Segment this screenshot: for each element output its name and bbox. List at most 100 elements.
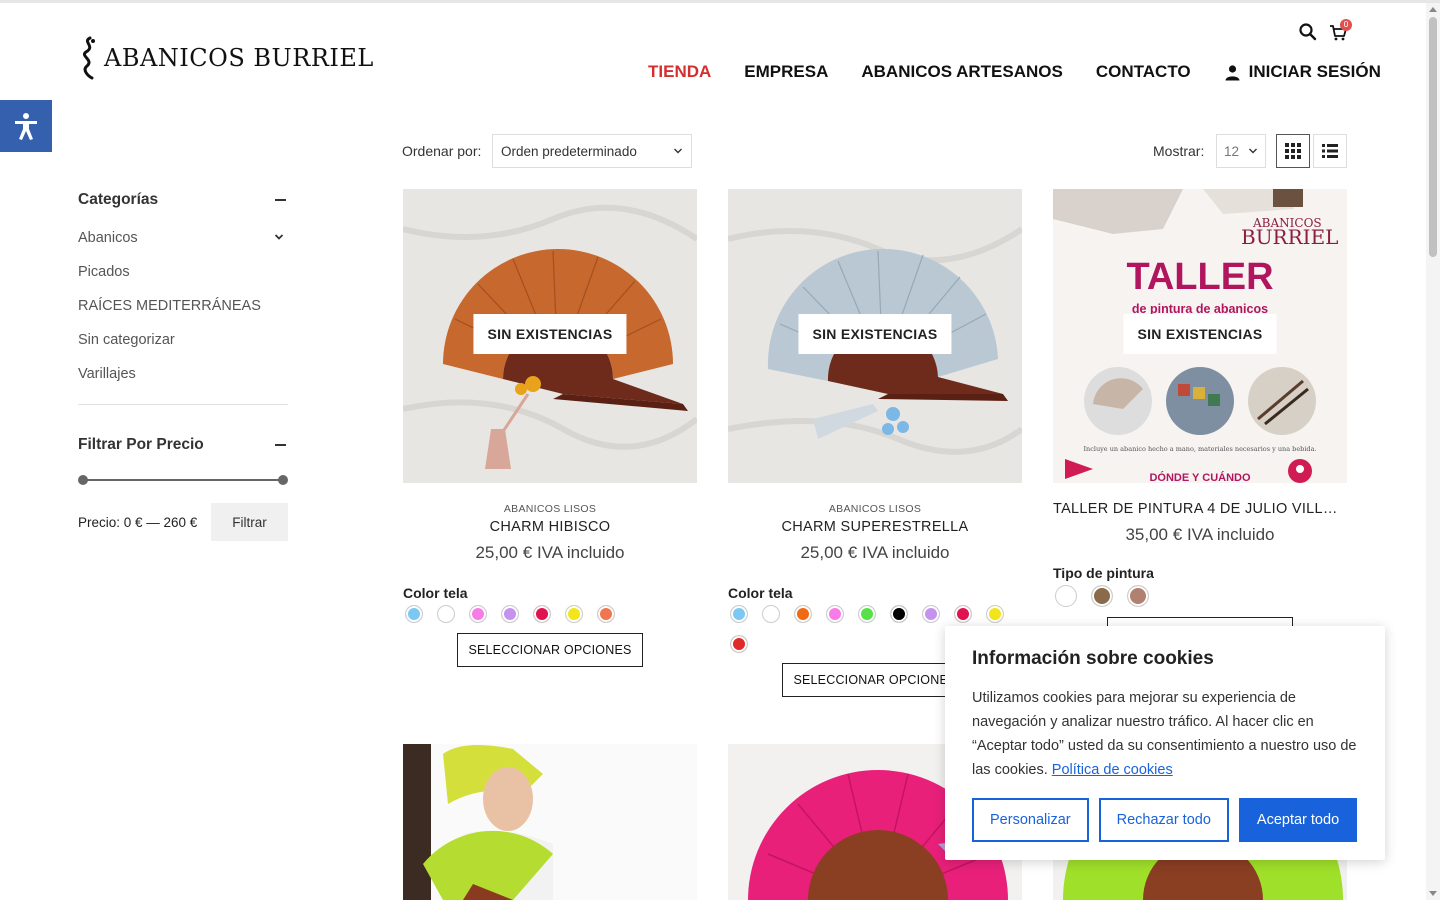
select-options-button[interactable]: SELECCIONAR OPCIONES <box>782 663 968 697</box>
cookie-policy-link[interactable]: Política de cookies <box>1052 762 1173 778</box>
category-varillajes[interactable]: Varillajes <box>78 366 288 400</box>
orderby-select[interactable]: Orden predeterminado <box>492 134 692 168</box>
top-border <box>0 0 1440 3</box>
color-swatch[interactable] <box>437 605 455 623</box>
color-swatch[interactable] <box>1055 585 1077 607</box>
category-list: Abanicos Picados RAÍCES MEDITERRÁNEAS Si… <box>78 230 288 400</box>
reject-all-button[interactable]: Rechazar todo <box>1098 798 1229 842</box>
cookie-text: Utilizamos cookies para mejorar su exper… <box>972 686 1358 782</box>
color-swatch[interactable] <box>730 635 748 653</box>
price-widget-title[interactable]: Filtrar Por Precio <box>78 435 288 455</box>
product-card: SIN EXISTENCIAS ABANICOS LISOS CHARM HIB… <box>403 189 697 667</box>
price-tax: IVA incluido <box>1186 525 1275 544</box>
color-swatch[interactable] <box>730 605 748 623</box>
color-swatch[interactable] <box>762 605 780 623</box>
price-slider[interactable] <box>78 473 288 487</box>
grid-view-button[interactable] <box>1276 134 1310 168</box>
sidebar: Categorías Abanicos Picados RAÍCES MEDIT… <box>78 190 288 541</box>
accessibility-button[interactable] <box>0 100 52 152</box>
customize-button[interactable]: Personalizar <box>972 798 1089 842</box>
category-sin-categorizar[interactable]: Sin categorizar <box>78 332 288 366</box>
product-category[interactable]: ABANICOS LISOS <box>403 503 697 515</box>
color-swatch[interactable] <box>1091 585 1113 607</box>
user-icon <box>1225 64 1240 80</box>
product-image[interactable]: ABANICOS BURRIEL TALLER de pintura de ab… <box>1053 189 1347 483</box>
select-options-button[interactable]: SELECCIONAR OPCIONES <box>457 633 643 667</box>
attribute-label: Color tela <box>403 585 468 601</box>
show-label: Mostrar: <box>1153 143 1205 159</box>
product-card: ABANICOS BURRIEL TALLER de pintura de ab… <box>1053 189 1347 651</box>
price-tax: IVA incluido <box>861 543 950 562</box>
color-swatch[interactable] <box>890 605 908 623</box>
accept-all-button[interactable]: Aceptar todo <box>1238 798 1358 842</box>
price-range-label: Precio: 0 € — 260 € <box>78 514 198 530</box>
nav-tienda[interactable]: TIENDA <box>648 62 711 82</box>
filter-button[interactable]: Filtrar <box>211 503 288 541</box>
product-title[interactable]: CHARM HIBISCO <box>403 519 697 535</box>
orderby-label: Ordenar por: <box>402 143 482 159</box>
color-swatch[interactable] <box>501 605 519 623</box>
color-swatch[interactable] <box>858 605 876 623</box>
category-abanicos[interactable]: Abanicos <box>78 230 288 264</box>
per-page-select[interactable]: 12 <box>1216 134 1266 168</box>
logo-mark-icon <box>83 36 95 80</box>
nav-login[interactable]: INICIAR SESIÓN <box>1224 62 1381 82</box>
price-amount: 25,00 € <box>475 543 533 562</box>
color-swatch[interactable] <box>469 605 487 623</box>
collapse-icon[interactable] <box>275 444 286 446</box>
scroll-thumb[interactable] <box>1429 17 1437 257</box>
cookie-banner: Información sobre cookies Utilizamos coo… <box>945 626 1385 860</box>
page-scrollbar[interactable] <box>1426 3 1440 900</box>
collapse-icon[interactable] <box>275 199 286 201</box>
category-picados[interactable]: Picados <box>78 264 288 298</box>
scroll-up-arrow-icon[interactable] <box>1429 7 1437 12</box>
chevron-down-icon <box>1249 148 1257 154</box>
product-card: SIN EXISTENCIAS ABANICOS LISOS CHARM SUP… <box>728 189 1022 697</box>
poster-footer: DÓNDE Y CUÁNDO <box>1149 471 1250 483</box>
per-page-value: 12 <box>1224 143 1240 159</box>
nav-abanicos-artesanos[interactable]: ABANICOS ARTESANOS <box>861 62 1063 82</box>
color-swatch[interactable] <box>597 605 615 623</box>
color-swatch[interactable] <box>922 605 940 623</box>
color-swatch[interactable] <box>986 605 1004 623</box>
color-swatch[interactable] <box>565 605 583 623</box>
price-amount: 25,00 € <box>800 543 858 562</box>
slider-handle-min[interactable] <box>78 475 88 485</box>
search-icon[interactable] <box>1298 22 1318 42</box>
nav-empresa[interactable]: EMPRESA <box>744 62 828 82</box>
product-title[interactable]: CHARM SUPERESTRELLA <box>728 519 1022 535</box>
color-swatch[interactable] <box>954 605 972 623</box>
color-swatch[interactable] <box>1127 585 1149 607</box>
color-swatch[interactable] <box>794 605 812 623</box>
category-label: Abanicos <box>78 230 138 246</box>
product-category[interactable]: ABANICOS LISOS <box>728 503 1022 515</box>
list-view-icon <box>1322 144 1338 158</box>
product-image[interactable]: SIN EXISTENCIAS <box>728 189 1022 483</box>
poster-heading: TALLER <box>1126 256 1273 298</box>
scroll-down-arrow-icon[interactable] <box>1429 891 1437 896</box>
product-image[interactable] <box>403 744 697 900</box>
slider-track <box>83 479 283 481</box>
site-logo[interactable]: ABANICOS BURRIEL <box>78 36 374 80</box>
poster-caption: Incluye un abanico hecho a mano, materia… <box>1083 445 1316 453</box>
nav-login-label: INICIAR SESIÓN <box>1248 62 1381 81</box>
accessibility-icon <box>15 113 37 140</box>
attribute-label: Color tela <box>728 585 793 601</box>
category-label: Varillajes <box>78 366 136 382</box>
color-swatch[interactable] <box>405 605 423 623</box>
orderby-value: Orden predeterminado <box>501 143 637 159</box>
logo-text: ABANICOS BURRIEL <box>104 44 374 72</box>
product-card <box>403 744 697 900</box>
category-raices[interactable]: RAÍCES MEDITERRÁNEAS <box>78 298 288 332</box>
nav-contacto[interactable]: CONTACTO <box>1096 62 1191 82</box>
product-image[interactable]: SIN EXISTENCIAS <box>403 189 697 483</box>
color-swatch[interactable] <box>826 605 844 623</box>
color-swatches <box>403 605 703 623</box>
slider-handle-max[interactable] <box>278 475 288 485</box>
product-title[interactable]: TALLER DE PINTURA 4 DE JULIO VILLAR DEL … <box>1053 501 1347 517</box>
chevron-down-icon[interactable] <box>274 232 284 242</box>
color-swatch[interactable] <box>533 605 551 623</box>
sidebar-divider <box>78 404 288 405</box>
list-view-button[interactable] <box>1313 134 1347 168</box>
categories-widget-title[interactable]: Categorías <box>78 190 288 210</box>
